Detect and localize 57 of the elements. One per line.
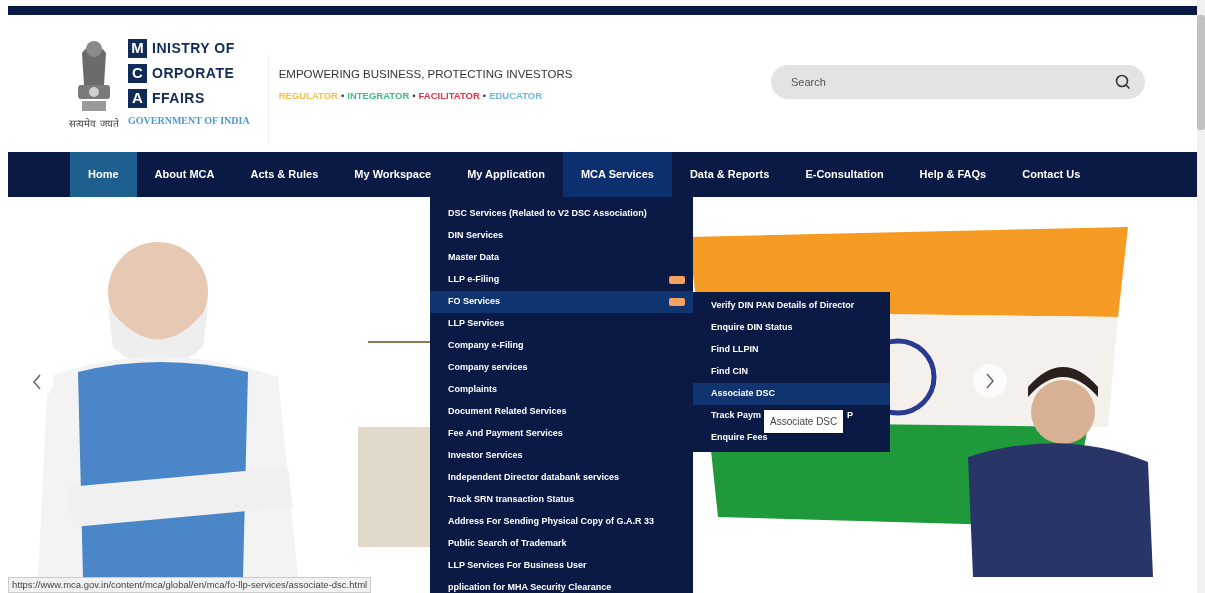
role-label: EDUCATOR bbox=[489, 89, 543, 104]
search-field[interactable]: Search bbox=[771, 65, 1145, 99]
separator-dot: • bbox=[412, 89, 416, 104]
nav-tab[interactable]: My Workspace bbox=[336, 152, 450, 197]
menu-item[interactable]: Public Search of Trademark bbox=[430, 533, 693, 555]
menu-item[interactable]: Company e-Filing bbox=[430, 335, 693, 357]
nav-tab[interactable]: Data & Reports bbox=[671, 152, 788, 197]
menu-item[interactable]: Document Related Services bbox=[430, 401, 693, 423]
submenu-item[interactable]: Find LLPIN bbox=[693, 339, 890, 361]
separator-dot: • bbox=[341, 89, 345, 104]
menu-item[interactable]: DIN Services bbox=[430, 225, 693, 247]
role-label: FACILITATOR bbox=[418, 89, 480, 104]
submenu-item[interactable]: Associate DSC bbox=[693, 383, 890, 405]
menu-item[interactable]: Master Data bbox=[430, 247, 693, 269]
logo-initial: A bbox=[128, 89, 147, 108]
tooltip: Associate DSC bbox=[764, 410, 844, 433]
menu-item[interactable]: FO Services bbox=[430, 291, 693, 313]
logo-initial: M bbox=[128, 39, 147, 58]
nav-tab[interactable]: MCA Services bbox=[562, 152, 672, 197]
separator-dot: • bbox=[482, 89, 487, 104]
menu-item[interactable]: LLP Services For Business User bbox=[430, 555, 693, 577]
nav-tab[interactable]: E-Consultation bbox=[787, 152, 902, 197]
role-label: INTEGRATOR bbox=[347, 89, 410, 104]
logo-word: INISTRY OF bbox=[152, 39, 235, 58]
menu-item[interactable]: Complaints bbox=[430, 379, 693, 401]
menu-item[interactable]: LLP e-Filing bbox=[430, 269, 693, 291]
nav-tab[interactable]: My Application bbox=[449, 152, 563, 197]
submenu-item-text: P bbox=[847, 409, 854, 423]
nav-tab[interactable]: Contact Us bbox=[1004, 152, 1099, 197]
role-label: REGULATOR bbox=[278, 89, 338, 104]
menu-item[interactable]: Independent Director databank services bbox=[430, 467, 693, 489]
status-bar: https://www.mca.gov.in/content/mca/global/en/mca/fo-llp-services/associate-dsc.html bbox=[8, 577, 372, 593]
nav-tab[interactable]: Acts & Rules bbox=[232, 152, 337, 197]
submenu-item[interactable]: Find CIN bbox=[693, 361, 890, 383]
search-icon[interactable] bbox=[1115, 74, 1131, 90]
motto-text: सत्यमेव जयते bbox=[69, 119, 119, 129]
menu-item[interactable]: Address For Sending Physical Copy of G.A.R 33 bbox=[430, 511, 693, 533]
tagline-title: EMPOWERING BUSINESS, PROTECTING INVESTORS bbox=[278, 67, 573, 82]
menu-item[interactable]: DSC Services (Related to V2 DSC Association) bbox=[430, 203, 693, 225]
menu-item[interactable]: Investor Services bbox=[430, 445, 693, 467]
logo-initial: C bbox=[128, 64, 147, 83]
chevron-left-icon bbox=[32, 374, 42, 390]
nav-tab[interactable]: Home bbox=[70, 152, 137, 197]
menu-item[interactable]: LLP Services bbox=[430, 313, 693, 335]
menu-item[interactable]: pplication for MHA Security Clearance bbox=[430, 577, 693, 593]
menu-item[interactable]: Fee And Payment Services bbox=[430, 423, 693, 445]
menu-item[interactable]: Track SRN transaction Status bbox=[430, 489, 693, 511]
logo-word: FFAIRS bbox=[152, 89, 205, 108]
submenu-item[interactable]: Enquire DIN Status bbox=[693, 317, 890, 339]
menu-item[interactable]: Company services bbox=[430, 357, 693, 379]
submenu-item[interactable]: Track Paym bbox=[711, 409, 762, 423]
nav-tab[interactable]: Help & FAQs bbox=[901, 152, 1005, 197]
logo-word: ORPORATE bbox=[152, 64, 235, 83]
submenu-item[interactable]: Verify DIN PAN Details of Director bbox=[693, 295, 890, 317]
nav-tab[interactable]: About MCA bbox=[136, 152, 233, 197]
logo-subtitle: GOVERNMENT OF INDIA bbox=[128, 114, 250, 128]
chevron-right-icon bbox=[985, 373, 995, 389]
